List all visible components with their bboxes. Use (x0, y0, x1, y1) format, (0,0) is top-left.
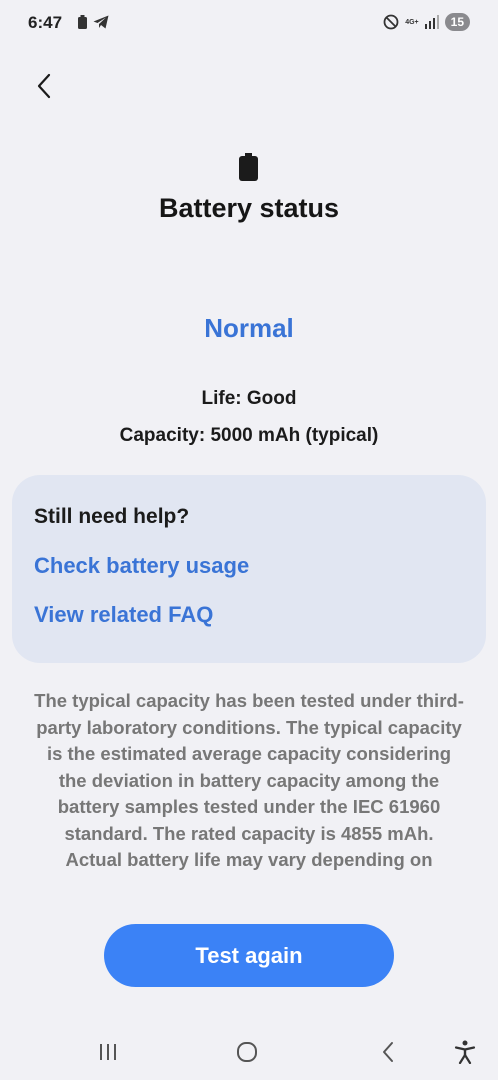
back-icon (383, 1042, 393, 1062)
help-card: Still need help? Check battery usage Vie… (12, 475, 486, 663)
battery-life-text: Life: Good (201, 388, 297, 409)
check-battery-usage-link[interactable]: Check battery usage (34, 553, 249, 579)
help-heading: Still need help? (34, 505, 190, 528)
battery-capacity-text: Capacity: 5000 mAh (typical) (119, 425, 379, 446)
network-type-label: 4G+ (405, 18, 419, 26)
battery-status-value: Normal (204, 313, 294, 343)
accessibility-button[interactable] (450, 1038, 480, 1066)
capacity-disclaimer: The typical capacity has been tested und… (34, 690, 464, 870)
view-related-faq-link[interactable]: View related FAQ (34, 602, 213, 628)
home-icon (237, 1042, 257, 1062)
home-button[interactable] (232, 1038, 262, 1066)
test-again-button[interactable]: Test again (104, 924, 394, 987)
chevron-left-icon (37, 73, 51, 99)
recents-button[interactable] (93, 1038, 123, 1066)
page-title: Battery status (158, 193, 340, 223)
status-bar: 6:47 4G+ 15 (0, 0, 498, 48)
back-button[interactable] (24, 66, 64, 106)
nav-back-button[interactable] (373, 1038, 403, 1066)
navigation-bar (0, 1030, 498, 1074)
status-left-icons (78, 15, 109, 29)
recents-icon (100, 1044, 116, 1060)
battery-icon (239, 153, 258, 181)
accessibility-icon (454, 1040, 476, 1064)
telegram-icon (93, 15, 109, 29)
notification-count-badge: 15 (444, 13, 470, 31)
do-not-disturb-icon (383, 14, 399, 30)
battery-saver-icon (78, 15, 87, 29)
status-right-icons: 4G+ 15 (383, 13, 470, 31)
status-time: 6:47 (28, 13, 63, 32)
signal-icon (424, 15, 439, 29)
